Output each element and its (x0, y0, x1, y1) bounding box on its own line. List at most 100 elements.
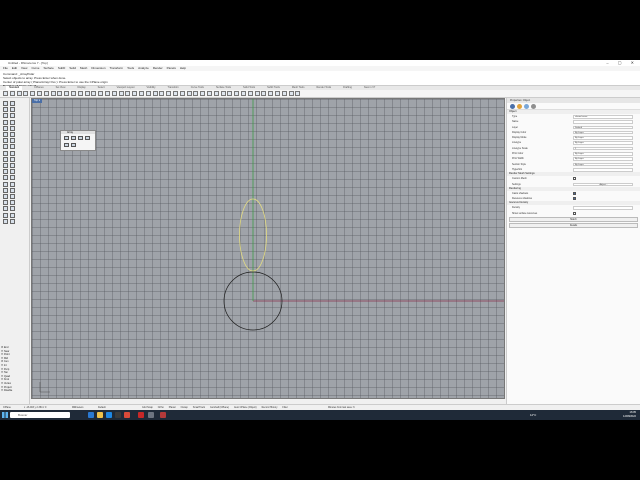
toolbar-button-icon[interactable] (159, 91, 165, 96)
toolbar-button-icon[interactable] (30, 91, 36, 96)
custom-mesh-checkbox[interactable] (573, 177, 576, 181)
toolbar-button-icon[interactable] (37, 91, 42, 96)
toolbar-button-icon[interactable] (98, 91, 104, 96)
weather-widget[interactable]: 12°C (530, 412, 536, 418)
tool-icon[interactable] (10, 218, 15, 224)
toolbar-button-icon[interactable] (125, 91, 131, 96)
toolbar-button-icon[interactable] (288, 91, 294, 96)
toolbar-button-icon[interactable] (139, 91, 144, 96)
file-explorer-icon[interactable] (97, 412, 103, 418)
toolbar-button-icon[interactable] (145, 91, 151, 96)
toolbar-button-icon[interactable] (91, 91, 97, 96)
tool-icon[interactable] (10, 107, 15, 113)
media-icon[interactable] (138, 412, 144, 418)
object-properties-icon[interactable] (510, 104, 515, 109)
toolbar-button-icon[interactable] (166, 91, 172, 96)
tool-icon[interactable] (3, 175, 8, 181)
tool-icon[interactable] (3, 156, 8, 162)
toolbar-button-icon[interactable] (105, 91, 110, 96)
tool-icon[interactable] (3, 101, 8, 106)
taskbar-search[interactable]: Buscar (10, 412, 70, 418)
toolbar-button-icon[interactable] (23, 91, 29, 96)
property-value[interactable]: By Layer (573, 162, 633, 167)
tool-icon[interactable] (3, 187, 8, 193)
top-viewport[interactable]: Top ▾ Array (31, 98, 505, 399)
tool-icon[interactable] (3, 169, 8, 175)
toolbar-button-icon[interactable] (43, 91, 49, 96)
toolbar-button-icon[interactable] (207, 91, 212, 96)
tool-icon[interactable] (3, 125, 8, 131)
toolbar-button-icon[interactable] (261, 91, 267, 96)
tool-icon[interactable] (3, 107, 8, 113)
command-history[interactable]: Command: _ArrayPolar Select objects to a… (0, 71, 640, 88)
tool-icon[interactable] (3, 163, 8, 168)
array-rect-icon[interactable] (64, 136, 69, 140)
app-icon[interactable] (115, 412, 121, 418)
tool-icon[interactable] (3, 218, 8, 224)
texture-icon[interactable] (524, 104, 529, 109)
system-clock[interactable]: 16:05 12/08/2022 (623, 411, 636, 419)
viewport-canvas[interactable] (32, 99, 505, 399)
property-value[interactable]: By Layer (573, 152, 633, 156)
adjust-button[interactable]: Adjust... (573, 182, 633, 187)
osnap-item[interactable]: ☐ Disable (1, 389, 27, 393)
toolbar-button-icon[interactable] (64, 91, 70, 96)
tool-icon[interactable] (10, 175, 15, 181)
toolbar-button-icon[interactable] (227, 91, 233, 96)
property-value[interactable]: By Layer (573, 136, 633, 140)
toolbar-button-icon[interactable] (254, 91, 260, 96)
receives-shadows-checkbox[interactable] (573, 197, 576, 201)
toolbar-button-icon[interactable] (193, 91, 199, 96)
property-value[interactable]: closed curve (573, 115, 633, 119)
toolbar-button-icon[interactable] (152, 91, 158, 96)
toolbar-button-icon[interactable] (111, 91, 117, 96)
tool-icon[interactable] (10, 132, 15, 137)
tool-icon[interactable] (10, 212, 15, 218)
property-value[interactable]: By Layer (573, 157, 633, 161)
tool-icon[interactable] (10, 200, 15, 206)
app-icon[interactable] (160, 412, 166, 418)
decal-icon[interactable] (531, 104, 536, 109)
property-value[interactable]: Default (573, 125, 633, 130)
tool-icon[interactable] (10, 119, 15, 125)
tool-icon[interactable] (10, 138, 15, 144)
tool-icon[interactable] (3, 119, 8, 125)
tool-icon[interactable] (3, 181, 8, 187)
property-value[interactable]: 1 (573, 146, 633, 151)
tool-icon[interactable] (10, 194, 15, 199)
tool-icon[interactable] (10, 144, 15, 150)
property-value[interactable] (573, 120, 633, 124)
toolbar-button-icon[interactable] (241, 91, 246, 96)
toolbar-button-icon[interactable] (213, 91, 219, 96)
property-value[interactable] (573, 167, 633, 172)
toolbar-button-icon[interactable] (179, 91, 185, 96)
toolbar-button-icon[interactable] (186, 91, 192, 96)
show-isocurves-checkbox[interactable] (573, 211, 576, 215)
toolbar-button-icon[interactable] (132, 91, 138, 96)
array-curve-icon[interactable] (78, 136, 83, 140)
tool-icon[interactable] (10, 150, 15, 156)
toolbar-button-icon[interactable] (118, 91, 124, 96)
edge-icon[interactable] (88, 412, 94, 418)
tool-icon[interactable] (10, 113, 15, 119)
toolbar-button-icon[interactable] (234, 91, 240, 96)
tool-icon[interactable] (10, 125, 15, 131)
toolbar-button-icon[interactable] (173, 91, 178, 96)
toolbar-button-icon[interactable] (275, 91, 280, 96)
density-field[interactable] (573, 206, 633, 211)
tool-icon[interactable] (10, 206, 15, 212)
tool-icon[interactable] (3, 144, 8, 150)
toolbar-button-icon[interactable] (200, 91, 206, 96)
windows-start-icon[interactable] (2, 412, 8, 418)
toolbar-button-icon[interactable] (247, 91, 253, 96)
toolbar-button-icon[interactable] (57, 91, 63, 96)
toolbar-button-icon[interactable] (295, 91, 301, 96)
toolbar-button-icon[interactable] (77, 91, 83, 96)
app-icon[interactable] (124, 412, 130, 418)
toolbar-button-icon[interactable] (50, 91, 56, 96)
toolbar-button-icon[interactable] (16, 91, 22, 96)
tool-icon[interactable] (3, 113, 8, 119)
tool-icon[interactable] (10, 163, 15, 168)
details-button[interactable]: Details (509, 223, 638, 229)
material-icon[interactable] (517, 104, 522, 109)
